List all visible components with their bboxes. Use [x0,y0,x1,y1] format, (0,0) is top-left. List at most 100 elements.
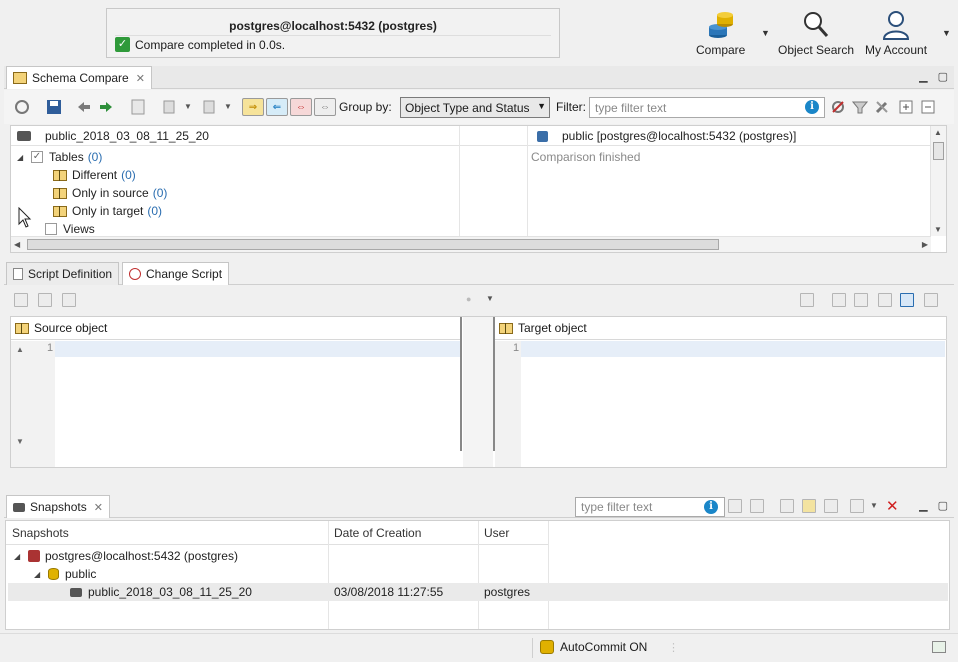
expand-all-icon[interactable] [898,99,914,115]
autocommit-label: AutoCommit ON [560,640,648,654]
scroll-left-icon[interactable]: ◀ [14,240,20,249]
show-different-button[interactable]: ⇔ [290,98,312,116]
script-toolbar: ● ▼ [4,286,954,314]
tab-script-definition[interactable]: Script Definition [6,262,120,285]
my-account-button[interactable]: My Account [865,10,927,57]
sync-scroll-icon[interactable] [900,293,914,307]
arrow-right-icon[interactable] [98,99,114,115]
save-icon[interactable] [46,99,62,115]
close-icon[interactable]: ✕ [94,501,103,514]
scroll-up-icon[interactable]: ▲ [934,128,942,137]
expand-triangle-icon[interactable]: ◢ [34,570,48,579]
tree-vertical-scrollbar[interactable]: ▲ ▼ [930,126,946,236]
script-icon[interactable] [130,99,146,115]
views-checkbox[interactable] [45,223,57,235]
connection-status-icon[interactable] [932,641,946,653]
col-date-label: Date of Creation [334,525,422,540]
change-script-icon [129,268,141,280]
report-dropdown-caret[interactable]: ▼ [224,102,232,111]
tab-schema-compare[interactable]: Schema Compare ✕ [6,66,152,89]
collapse-all-icon[interactable] [750,499,764,513]
compare-dropdown-caret[interactable]: ▼ [761,28,770,38]
settings-tools-icon[interactable] [874,99,890,115]
take-snapshot-icon[interactable] [850,499,864,513]
sql-export-icon[interactable] [62,293,76,307]
scroll-down-icon[interactable]: ▼ [934,225,942,234]
account-dropdown-caret[interactable]: ▼ [942,28,951,38]
maximize-icon[interactable]: ▢ [938,70,948,83]
fold-up-icon[interactable]: ▲ [16,345,24,354]
snapshots-filter-placeholder: type filter text [581,500,653,514]
info-icon[interactable]: i [805,100,819,114]
show-equal-button[interactable]: ⇔ [314,98,336,116]
filter-input[interactable]: type filter text [589,97,825,118]
tree-item-different[interactable]: Different (0) [53,166,136,184]
table-row[interactable]: public_2018_03_08_11_25_20 [70,583,252,601]
minimize-icon[interactable]: ▁ [919,499,927,512]
compare-script-icon[interactable] [800,293,814,307]
nav-dropdown-caret[interactable]: ▼ [486,294,494,303]
collapse-all-icon[interactable] [920,99,936,115]
column-header-date[interactable]: Date of Creation [328,521,478,545]
snapshot-dropdown-caret[interactable]: ▼ [870,501,878,510]
mouse-cursor-icon [18,207,32,228]
scroll-right-icon[interactable]: ▶ [922,240,928,249]
table-row[interactable]: ◢ public [34,565,96,583]
execute-icon[interactable] [832,293,846,307]
report-icon[interactable] [202,99,218,115]
maximize-icon[interactable]: ▢ [938,499,948,512]
info-icon[interactable]: i [704,500,718,514]
copy-script-icon[interactable] [38,293,52,307]
compare-icon [706,10,736,40]
expand-triangle-icon[interactable]: ◢ [17,153,31,162]
group-by-label: Group by: [339,100,392,114]
close-icon[interactable]: ✕ [136,72,145,85]
notification-title: postgres@localhost:5432 (postgres) [229,19,437,33]
minimize-icon[interactable]: ▁ [919,70,927,83]
hide-excluded-icon[interactable] [830,99,846,115]
notification-message: Compare completed in 0.0s. [135,37,286,52]
object-search-button[interactable]: Object Search [778,10,854,57]
show-source-only-button[interactable]: ⇒ [242,98,264,116]
script-doc-icon [13,268,23,280]
column-header-snapshots[interactable]: Snapshots [6,521,328,545]
import-snapshot-icon[interactable] [824,499,838,513]
tree-item-only-in-source[interactable]: Only in source (0) [53,184,167,202]
tab-snapshots-label: Snapshots [30,500,87,514]
target-line-number: 1 [513,342,520,354]
delete-icon[interactable]: ✕ [886,497,899,515]
tab-change-script[interactable]: Change Script [122,262,230,285]
deploy-icon[interactable] [162,99,178,115]
compare-snapshot-icon[interactable] [780,499,794,513]
filter-placeholder: type filter text [595,100,667,115]
snapshot-name: public_2018_03_08_11_25_20 [88,585,252,599]
tab-snapshots[interactable]: Snapshots ✕ [6,495,110,518]
group-by-select[interactable]: Object Type and Status ▼ [400,97,550,118]
expand-triangle-icon[interactable]: ◢ [14,552,28,561]
tables-checkbox[interactable]: ✓ [31,151,43,163]
fold-down-icon[interactable]: ▼ [16,437,24,446]
schema-compare-tree: public_2018_03_08_11_25_20 public [postg… [10,125,947,253]
compare-button[interactable]: Compare [696,10,745,57]
tree-horizontal-scrollbar[interactable]: ◀ ▶ [11,236,931,252]
deploy-dropdown-caret[interactable]: ▼ [184,102,192,111]
copy-icon[interactable] [854,293,868,307]
tab-script-definition-label: Script Definition [28,267,113,281]
arrow-left-icon[interactable] [76,99,92,115]
sql-icon[interactable] [878,293,892,307]
split-view-icon[interactable] [924,293,938,307]
show-target-only-button[interactable]: ⇐ [266,98,288,116]
snapshots-filter-input[interactable]: type filter text [575,497,725,517]
expand-all-icon[interactable] [728,499,742,513]
tree-item-only-in-target[interactable]: Only in target (0) [53,202,162,220]
filter-rules-icon[interactable] [852,99,868,115]
column-header-user[interactable]: User [478,521,548,545]
table-row[interactable]: ◢ postgres@localhost:5432 (postgres) [14,547,238,565]
run-script-icon[interactable] [14,293,28,307]
refresh-compare-icon[interactable] [14,99,30,115]
autocommit-indicator[interactable]: AutoCommit ON [540,640,647,654]
target-editor-line[interactable] [521,341,945,357]
source-editor-line[interactable] [55,341,460,357]
tree-item-tables[interactable]: ◢ ✓ Tables (0) [17,148,102,166]
export-snapshot-icon[interactable] [802,499,816,513]
